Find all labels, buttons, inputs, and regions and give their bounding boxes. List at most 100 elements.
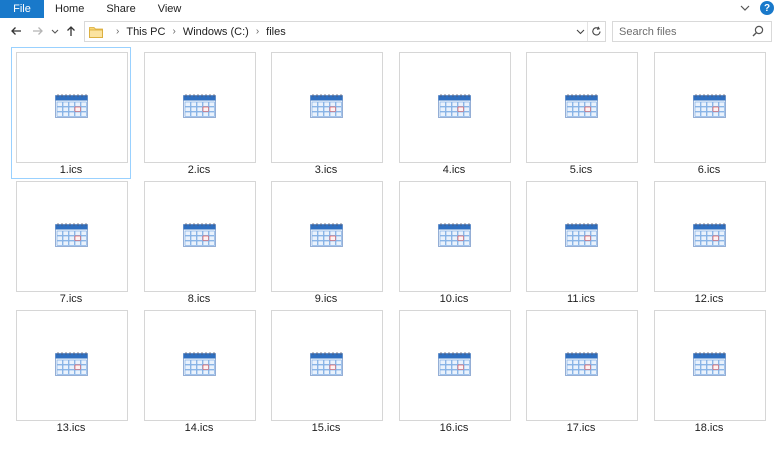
file-item[interactable]: 1.ics: [11, 47, 131, 179]
ribbon-controls: ?: [739, 1, 774, 15]
file-thumbnail[interactable]: [399, 181, 511, 292]
tab-home[interactable]: Home: [44, 0, 95, 18]
file-item[interactable]: 2.ics: [140, 48, 258, 178]
file-name[interactable]: 9.ics: [267, 293, 385, 305]
address-dropdown-icon[interactable]: [573, 22, 587, 41]
up-arrow-icon[interactable]: [64, 23, 78, 39]
file-name[interactable]: 17.ics: [522, 422, 640, 434]
file-thumbnail[interactable]: [271, 52, 383, 163]
file-item[interactable]: 16.ics: [395, 306, 513, 436]
address-bar[interactable]: › This PC › Windows (C:) › files: [84, 21, 606, 42]
tab-share[interactable]: Share: [95, 0, 146, 18]
file-item[interactable]: 13.ics: [12, 306, 130, 436]
file-item[interactable]: 18.ics: [650, 306, 768, 436]
file-name[interactable]: 10.ics: [395, 293, 513, 305]
calendar-ics-icon: [692, 351, 728, 380]
calendar-ics-icon: [309, 93, 345, 122]
calendar-ics-icon: [309, 222, 345, 251]
file-item[interactable]: 15.ics: [267, 306, 385, 436]
file-item[interactable]: 8.ics: [140, 177, 258, 307]
breadcrumb-this-pc[interactable]: This PC: [126, 26, 165, 38]
navigation-bar: › This PC › Windows (C:) › files: [0, 18, 780, 44]
file-thumbnail[interactable]: [654, 52, 766, 163]
file-name[interactable]: 6.ics: [650, 164, 768, 176]
file-name[interactable]: 7.ics: [12, 293, 130, 305]
file-name[interactable]: 13.ics: [12, 422, 130, 434]
file-item[interactable]: 5.ics: [522, 48, 640, 178]
calendar-ics-icon: [692, 93, 728, 122]
file-name[interactable]: 12.ics: [650, 293, 768, 305]
file-name[interactable]: 1.ics: [12, 164, 130, 176]
file-thumbnail[interactable]: [526, 310, 638, 421]
file-thumbnail[interactable]: [271, 310, 383, 421]
address-controls: [573, 22, 605, 41]
calendar-ics-icon: [564, 93, 600, 122]
calendar-ics-icon: [564, 351, 600, 380]
forward-arrow-icon[interactable]: [30, 23, 46, 39]
file-name[interactable]: 15.ics: [267, 422, 385, 434]
file-item[interactable]: 4.ics: [395, 48, 513, 178]
file-item[interactable]: 3.ics: [267, 48, 385, 178]
file-thumbnail[interactable]: [144, 310, 256, 421]
file-thumbnail[interactable]: [16, 52, 128, 163]
file-name[interactable]: 11.ics: [522, 293, 640, 305]
file-item[interactable]: 12.ics: [650, 177, 768, 307]
calendar-ics-icon: [54, 351, 90, 380]
file-name[interactable]: 14.ics: [140, 422, 258, 434]
breadcrumb-separator-icon[interactable]: ›: [256, 26, 259, 37]
recent-locations-icon[interactable]: [50, 23, 60, 39]
file-item[interactable]: 7.ics: [12, 177, 130, 307]
calendar-ics-icon: [309, 351, 345, 380]
file-item[interactable]: 9.ics: [267, 177, 385, 307]
back-arrow-icon[interactable]: [8, 23, 24, 39]
file-item[interactable]: 6.ics: [650, 48, 768, 178]
calendar-ics-icon: [692, 222, 728, 251]
file-name[interactable]: 4.ics: [395, 164, 513, 176]
file-item[interactable]: 11.ics: [522, 177, 640, 307]
file-name[interactable]: 8.ics: [140, 293, 258, 305]
calendar-ics-icon: [182, 222, 218, 251]
search-input[interactable]: [619, 25, 747, 38]
breadcrumb-separator-icon[interactable]: ›: [172, 26, 175, 37]
file-thumbnail[interactable]: [654, 181, 766, 292]
calendar-ics-icon: [182, 93, 218, 122]
refresh-icon[interactable]: [587, 22, 605, 41]
file-name[interactable]: 18.ics: [650, 422, 768, 434]
breadcrumb-separator-icon[interactable]: ›: [116, 26, 119, 37]
file-thumbnail[interactable]: [526, 52, 638, 163]
file-item[interactable]: 14.ics: [140, 306, 258, 436]
file-thumbnail[interactable]: [399, 52, 511, 163]
file-thumbnail[interactable]: [16, 310, 128, 421]
tab-file[interactable]: File: [0, 0, 44, 18]
file-name[interactable]: 2.ics: [140, 164, 258, 176]
calendar-ics-icon: [54, 222, 90, 251]
file-thumbnail[interactable]: [399, 310, 511, 421]
help-icon[interactable]: ?: [760, 1, 774, 15]
search-icon[interactable]: [752, 25, 765, 38]
breadcrumb-windows-c[interactable]: Windows (C:): [183, 26, 249, 38]
tab-view[interactable]: View: [147, 0, 193, 18]
expand-ribbon-chevron-icon[interactable]: [739, 1, 751, 15]
file-thumbnail[interactable]: [144, 52, 256, 163]
file-thumbnail[interactable]: [654, 310, 766, 421]
folder-icon: [89, 26, 103, 38]
file-item[interactable]: 17.ics: [522, 306, 640, 436]
file-thumbnail[interactable]: [526, 181, 638, 292]
file-name[interactable]: 5.ics: [522, 164, 640, 176]
calendar-ics-icon: [564, 222, 600, 251]
file-thumbnail[interactable]: [144, 181, 256, 292]
calendar-ics-icon: [182, 351, 218, 380]
file-thumbnail[interactable]: [271, 181, 383, 292]
breadcrumb-files[interactable]: files: [266, 26, 286, 38]
breadcrumb: › This PC › Windows (C:) › files: [109, 26, 286, 38]
calendar-ics-icon: [437, 351, 473, 380]
file-thumbnail[interactable]: [16, 181, 128, 292]
calendar-ics-icon: [54, 93, 90, 122]
file-item[interactable]: 10.ics: [395, 177, 513, 307]
ribbon-tabs: File Home Share View ?: [0, 0, 780, 18]
file-name[interactable]: 3.ics: [267, 164, 385, 176]
calendar-ics-icon: [437, 93, 473, 122]
file-name[interactable]: 16.ics: [395, 422, 513, 434]
calendar-ics-icon: [437, 222, 473, 251]
search-box[interactable]: [612, 21, 772, 42]
